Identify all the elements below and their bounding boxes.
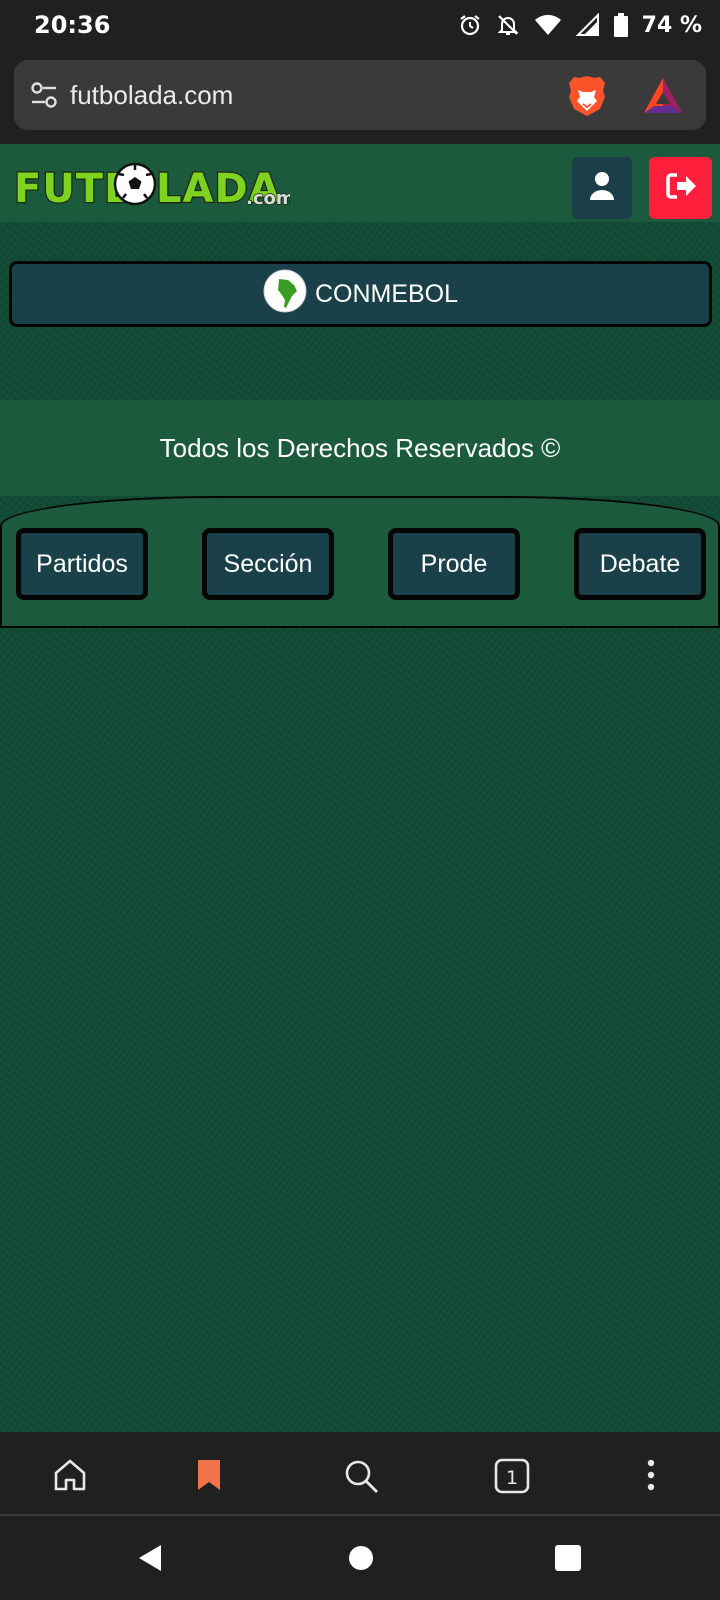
section-tabs: Partidos Sección Prode Debate (0, 496, 720, 628)
url-field[interactable]: futbolada.com (14, 60, 706, 130)
recents-icon[interactable] (554, 1544, 582, 1577)
tab-count: 1 (506, 1467, 518, 1489)
user-profile-button[interactable] (572, 157, 632, 219)
user-icon (589, 171, 615, 206)
system-navigation-bar (0, 1516, 720, 1600)
browser-bottom-toolbar: 1 (0, 1432, 720, 1516)
tab-partidos[interactable]: Partidos (16, 528, 148, 600)
home-circle-icon[interactable] (348, 1544, 374, 1577)
search-icon[interactable] (343, 1458, 379, 1499)
copyright-footer: Todos los Derechos Reservados © (0, 400, 720, 496)
browser-address-bar: futbolada.com (0, 50, 720, 144)
more-menu-icon[interactable] (645, 1458, 657, 1497)
back-icon[interactable] (137, 1544, 163, 1577)
tab-seccion[interactable]: Sección (202, 528, 334, 600)
site-logo[interactable]: FUTB LADA .com (13, 150, 295, 216)
tab-debate[interactable]: Debate (574, 528, 706, 600)
tab-label: Debate (599, 549, 681, 578)
home-icon[interactable] (53, 1458, 87, 1497)
copyright-text: Todos los Derechos Reservados © (159, 432, 561, 463)
wifi-icon (534, 13, 562, 37)
tab-label: Sección (223, 549, 313, 578)
battery-icon (613, 13, 628, 37)
brave-rewards-icon[interactable] (642, 76, 684, 121)
status-icons: 74 % (458, 13, 702, 38)
svg-text:.com: .com (246, 188, 290, 209)
url-text[interactable]: futbolada.com (70, 80, 233, 111)
site-header: FUTB LADA .com (0, 144, 720, 222)
battery-percentage: 74 % (641, 12, 702, 38)
alarm-icon (458, 13, 482, 37)
conmebol-label: CONMEBOL (314, 279, 459, 308)
notifications-off-icon (496, 13, 520, 37)
page-content: FUTB LADA .com CONMEBOL Todos los Derech… (0, 144, 720, 1432)
tabs-icon[interactable]: 1 (494, 1458, 530, 1499)
status-bar: 20:36 74 % (0, 0, 720, 50)
cell-signal-icon (575, 13, 600, 37)
tab-label: Partidos (36, 549, 128, 578)
south-america-globe-icon (263, 269, 307, 320)
tab-label: Prode (420, 549, 488, 578)
site-settings-icon[interactable] (30, 82, 58, 113)
tab-prode[interactable]: Prode (388, 528, 520, 600)
status-time: 20:36 (34, 11, 111, 39)
logout-button[interactable] (649, 157, 712, 219)
brave-shields-icon[interactable] (566, 74, 608, 123)
conmebol-button[interactable]: CONMEBOL (9, 261, 712, 327)
logout-icon (665, 172, 697, 205)
bookmark-icon[interactable] (196, 1458, 222, 1497)
